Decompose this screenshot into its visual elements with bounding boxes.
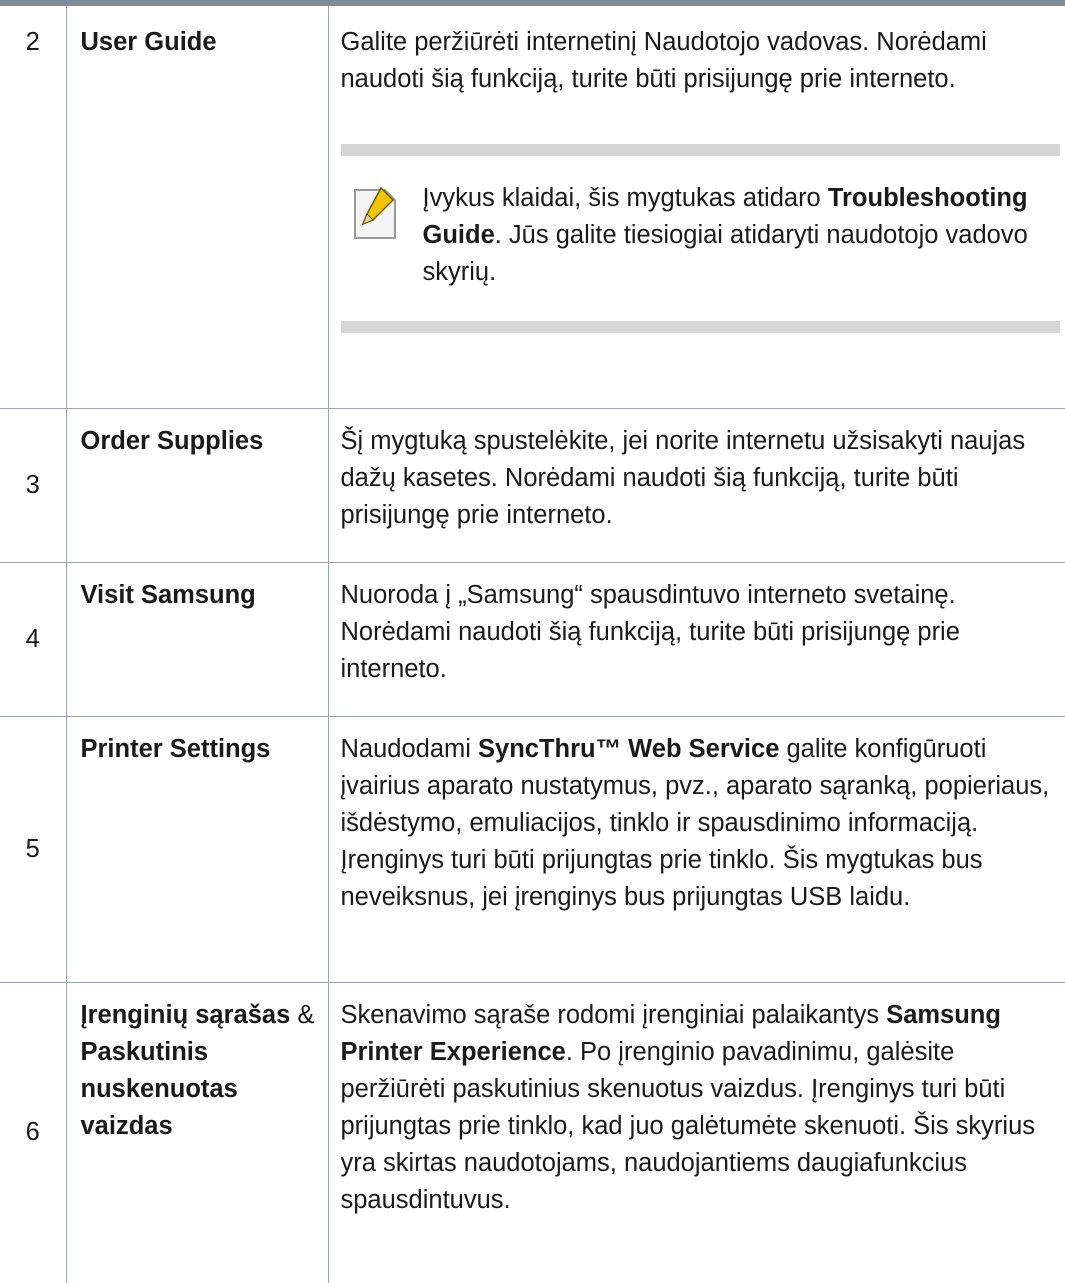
row-number: 3 (0, 408, 67, 563)
feature-name: Order Supplies (66, 408, 329, 563)
table-row: 6 Įrenginių sąrašas & Paskutinis nuskenu… (0, 982, 1065, 1283)
table-row: 5 Printer Settings Naudodami SyncThru™ W… (0, 716, 1065, 983)
feature-name-ampersand: & (290, 1000, 315, 1029)
feature-description: Naudodami SyncThru™ Web Service galite k… (328, 716, 1065, 983)
note-pencil-icon (341, 180, 411, 291)
feature-name: Įrenginių sąrašas & Paskutinis nuskenuot… (66, 982, 329, 1283)
table-row: 3 Order Supplies Šį mygtuką spustelėkite… (0, 408, 1065, 563)
feature-description: Nuoroda į „Samsung“ spausdintuvo interne… (328, 562, 1065, 717)
feature-name-part: Paskutinis nuskenuotas vaizdas (80, 1037, 238, 1140)
row-number: 5 (0, 716, 67, 983)
table-row: 4 Visit Samsung Nuoroda į „Samsung“ spau… (0, 562, 1065, 717)
note-text-part: . Jūs galite tiesiogiai atidaryti naudot… (422, 221, 1028, 286)
description-bold-term: SyncThru™ Web Service (478, 734, 780, 763)
feature-description: Skenavimo sąraše rodomi įrenginiai palai… (328, 982, 1065, 1283)
note-box: Įvykus klaidai, šis mygtukas atidaro Tro… (340, 144, 1060, 333)
feature-name: User Guide (66, 6, 329, 409)
feature-description: Šį mygtuką spustelėkite, jei norite inte… (328, 408, 1065, 563)
description-text: Galite peržiūrėti internetinį Naudotojo … (340, 28, 987, 93)
note-text-part: Įvykus klaidai, šis mygtukas atidaro (422, 184, 828, 212)
feature-table: 2 User Guide Galite peržiūrėti interneti… (0, 6, 1065, 1283)
table-row: 2 User Guide Galite peržiūrėti interneti… (0, 6, 1065, 409)
description-text: Naudodami (340, 734, 478, 763)
feature-name-part: Įrenginių sąrašas (80, 1000, 291, 1029)
description-text: Skenavimo sąraše rodomi įrenginiai palai… (340, 1000, 887, 1029)
feature-description: Galite peržiūrėti internetinį Naudotojo … (328, 6, 1065, 409)
note-text: Įvykus klaidai, šis mygtukas atidaro Tro… (411, 180, 1060, 291)
row-number: 6 (0, 982, 67, 1283)
row-number: 2 (0, 6, 67, 409)
row-number: 4 (0, 562, 67, 717)
feature-name: Visit Samsung (66, 562, 329, 717)
feature-name: Printer Settings (66, 716, 329, 983)
